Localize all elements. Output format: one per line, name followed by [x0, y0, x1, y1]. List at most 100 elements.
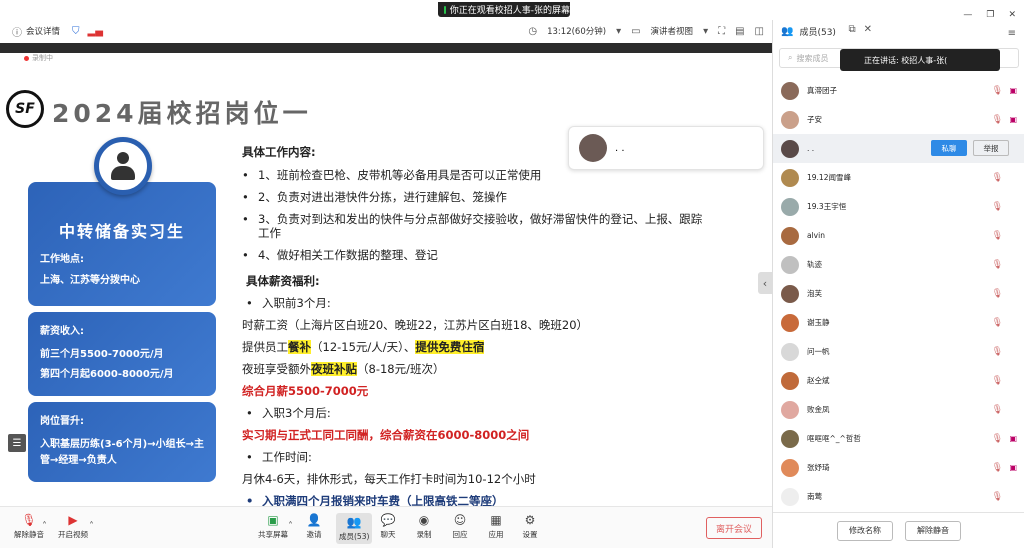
settings-button[interactable]: ⚙ 设置 — [522, 513, 538, 540]
mic-muted-icon[interactable]: 🎙 — [992, 376, 1003, 386]
chevron-up-icon[interactable]: ˄ — [89, 521, 94, 532]
member-row[interactable]: 19.12闻雪峰 🎙 — [773, 163, 1024, 192]
close-icon[interactable]: ✕ — [864, 24, 872, 35]
camera-off-icon[interactable]: ▣ — [1009, 86, 1017, 95]
member-row[interactable]: 赵仝斌 🎙 — [773, 366, 1024, 395]
member-row[interactable]: 谢玉静 🎙 — [773, 308, 1024, 337]
member-row[interactable]: 真滞团子 🎙 ▣ — [773, 76, 1024, 105]
member-row[interactable]: 南莺 🎙 — [773, 482, 1024, 511]
camera-off-icon[interactable]: ▣ — [1009, 115, 1017, 124]
mic-muted-icon[interactable]: 🎙 — [992, 260, 1003, 270]
chat-button[interactable]: 💬 聊天 — [380, 513, 396, 540]
avatar — [781, 429, 799, 448]
member-name: 真滞团子 — [807, 86, 837, 95]
list-toggle-icon[interactable]: ☰ — [8, 434, 26, 452]
chevron-down-icon[interactable]: ▾ — [703, 26, 708, 37]
rename-button[interactable]: 修改名称 — [837, 520, 893, 541]
share-screen-button[interactable]: ▣ 共享屏幕 — [258, 513, 288, 540]
member-row[interactable]: 问一帆 🎙 — [773, 337, 1024, 366]
member-row[interactable]: 子安 🎙 ▣ — [773, 105, 1024, 134]
mic-muted-icon[interactable]: 🎙 — [992, 231, 1003, 241]
invite-icon: 👤 — [306, 513, 322, 527]
leave-meeting-button[interactable]: 离开会议 — [706, 517, 762, 539]
report-button[interactable]: 举报 — [973, 140, 1009, 156]
chevron-down-icon[interactable]: ▾ — [616, 26, 621, 37]
reaction-icon: ☺ — [453, 513, 467, 527]
worktime: 月休4-6天，排休形式，每天工作打卡时间为10-12个小时 — [242, 472, 536, 486]
avatar — [781, 139, 799, 158]
popout-icon[interactable]: ⧉ — [848, 24, 855, 35]
promotion-label: 岗位晋升: — [40, 416, 84, 427]
collapse-tab[interactable]: ‹ — [758, 272, 772, 294]
chat-icon: 💬 — [380, 513, 396, 527]
mic-muted-icon[interactable]: 🎙 — [992, 289, 1003, 299]
meeting-details-label: 会议详情 — [26, 27, 61, 37]
list-item: • 入职前3个月: — [246, 296, 331, 310]
member-row[interactable]: 泡芙 🎙 — [773, 279, 1024, 308]
apps-icon: ▦ — [490, 513, 502, 527]
screen-share-banner: 你正在观看校招人事-张的屏幕 — [438, 2, 570, 17]
invite-button[interactable]: 👤 邀请 — [306, 513, 322, 540]
mic-muted-icon[interactable]: 🎙 — [992, 202, 1003, 212]
avatar — [781, 81, 799, 100]
meeting-details-button[interactable]: ⓘ 会议详情 — [12, 24, 60, 39]
split-icon[interactable]: ◫ — [755, 26, 764, 37]
member-row[interactable]: . . 私聊 举报 — [773, 134, 1024, 163]
member-row[interactable]: 轨迹 🎙 — [773, 250, 1024, 279]
mic-muted-icon[interactable]: 🎙 — [992, 405, 1003, 415]
member-name: 张妤琦 — [807, 463, 830, 472]
chevron-up-icon[interactable]: ˄ — [288, 521, 293, 532]
meeting-window: 你正在观看校招人事-张的屏幕 ⓘ 会议详情 ⛉ ▂▄ ◷ 13:12(60分钟)… — [0, 0, 1024, 548]
close-window-icon[interactable]: ✕ — [1008, 10, 1016, 20]
start-video-button[interactable]: ▶ 开启视频 — [58, 513, 88, 540]
avatar — [781, 226, 799, 245]
member-name: 泡芙 — [807, 289, 822, 298]
chevron-left-icon: ‹ — [762, 276, 768, 290]
unmute-button[interactable]: 🎙 解除静音 — [14, 513, 44, 540]
salary-line-2: 第四个月起6000-8000元/月 — [40, 369, 174, 380]
member-row[interactable]: 哐哐哐^_^哲哲 🎙 ▣ — [773, 424, 1024, 453]
member-row[interactable]: 19.3王宇恒 🎙 — [773, 192, 1024, 221]
avatar — [781, 197, 799, 216]
unmute-all-button[interactable]: 解除静音 — [905, 520, 961, 541]
list-item: • 工作时间: — [246, 450, 312, 464]
salary-card: 薪资收入: 前三个月5500-7000元/月 第四个月起6000-8000元/月 — [28, 312, 216, 396]
mic-muted-icon[interactable]: 🎙 — [992, 86, 1003, 96]
meeting-time[interactable]: 13:12(60分钟) — [547, 25, 606, 37]
panel-title: 成员(53) — [799, 27, 836, 38]
private-chat-button[interactable]: 私聊 — [931, 140, 967, 156]
mic-muted-icon[interactable]: 🎙 — [992, 173, 1003, 183]
apps-button[interactable]: ▦ 应用 — [488, 513, 504, 540]
member-name: 子安 — [807, 115, 822, 124]
member-row[interactable]: 败金凤 🎙 — [773, 395, 1024, 424]
member-row[interactable]: alvin 🎙 — [773, 221, 1024, 250]
signal-icon[interactable]: ▂▄ — [88, 26, 103, 37]
camera-off-icon[interactable]: ▣ — [1009, 463, 1017, 472]
mic-muted-icon[interactable]: 🎙 — [992, 463, 1003, 473]
reaction-button[interactable]: ☺ 回应 — [452, 513, 468, 540]
member-name: . . — [807, 144, 815, 153]
avatar — [781, 458, 799, 477]
member-row[interactable]: 张妤琦 🎙 ▣ — [773, 453, 1024, 482]
member-name: 谢玉静 — [807, 318, 830, 327]
mic-muted-icon: 🎙 — [21, 513, 37, 527]
mic-muted-icon[interactable]: 🎙 — [992, 434, 1003, 444]
members-button[interactable]: 👥 成员(53) — [336, 513, 373, 544]
mic-muted-icon[interactable]: 🎙 — [992, 492, 1003, 502]
minimize-icon[interactable]: — — [963, 10, 972, 20]
intern-salary: 实习期与正式工同工同酬，综合薪资在6000-8000之间 — [242, 428, 530, 442]
chevron-up-icon[interactable]: ˄ — [42, 521, 47, 532]
camera-off-icon[interactable]: ▣ — [1009, 434, 1017, 443]
layout-icon[interactable]: ▤ — [735, 26, 744, 37]
mic-muted-icon[interactable]: 🎙 — [992, 318, 1003, 328]
avatar — [781, 342, 799, 361]
maximize-icon[interactable]: ❐ — [986, 10, 994, 20]
shield-icon[interactable]: ⛉ — [72, 26, 80, 37]
mic-muted-icon[interactable]: 🎙 — [992, 115, 1003, 125]
mic-muted-icon[interactable]: 🎙 — [992, 347, 1003, 357]
view-mode[interactable]: 演讲者视图 — [651, 25, 694, 37]
record-button[interactable]: ◉ 录制 — [416, 513, 432, 540]
menu-icon[interactable]: ≡ — [1008, 28, 1016, 39]
speaker-tile[interactable]: . . — [568, 126, 764, 170]
fullscreen-icon[interactable]: ⛶ — [718, 26, 725, 37]
